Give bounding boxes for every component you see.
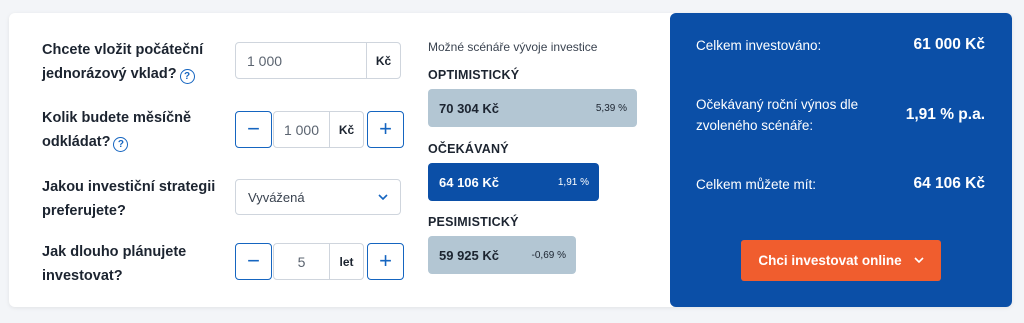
- invest-online-label: Chci investovat online: [758, 253, 902, 268]
- initial-deposit-question: Chcete vložit počáteční jednorázový vkla…: [42, 38, 222, 86]
- invested-label: Celkem investováno:: [696, 38, 822, 53]
- scenario-pessimistic-amount: 59 925 Kč: [439, 247, 499, 263]
- monthly-saving-question-line1: Kolik budete měsíčně: [42, 110, 192, 126]
- duration-question: Jak dlouho plánujete investovat?: [42, 240, 222, 288]
- monthly-saving-field[interactable]: 1 000 Kč: [273, 111, 364, 148]
- plus-icon: +: [379, 116, 392, 141]
- total-value: 64 106 Kč: [913, 175, 985, 192]
- strategy-selected-value: Vyvážená: [248, 189, 305, 205]
- monthly-increase-button[interactable]: +: [367, 111, 404, 148]
- years-value[interactable]: 5: [274, 254, 329, 270]
- scenario-optimistic-label: OPTIMISTICKÝ: [428, 68, 520, 82]
- yield-value: 1,91 % p.a.: [905, 106, 985, 123]
- initial-deposit-unit: Kč: [366, 43, 400, 78]
- plus-icon: +: [379, 248, 392, 273]
- initial-deposit-question-line1: Chcete vložit počáteční: [42, 42, 204, 58]
- scenarios-title: Možné scénáře vývoje investice: [428, 40, 598, 54]
- initial-deposit-value[interactable]: 1 000: [236, 53, 366, 69]
- yield-label-line2: zvoleného scénáře:: [696, 118, 814, 133]
- years-increase-button[interactable]: +: [367, 243, 404, 280]
- scenario-expected-label: OČEKÁVANÝ: [428, 142, 509, 156]
- years-decrease-button[interactable]: −: [235, 243, 272, 280]
- scenario-pessimistic-label: PESIMISTICKÝ: [428, 215, 519, 229]
- duration-question-line2: investovat?: [42, 268, 123, 284]
- monthly-saving-unit: Kč: [329, 112, 363, 147]
- scenario-expected-percent: 1,91 %: [557, 176, 589, 188]
- scenario-optimistic-percent: 5,39 %: [595, 102, 627, 114]
- yield-label-line1: Očekávaný roční výnos dle: [696, 97, 859, 112]
- summary-panel: Celkem investováno: 61 000 Kč Očekávaný …: [670, 13, 1012, 307]
- scenario-expected-amount: 64 106 Kč: [439, 174, 499, 190]
- minus-icon: −: [247, 116, 260, 141]
- strategy-select[interactable]: Vyvážená: [235, 179, 401, 215]
- help-icon[interactable]: ?: [113, 137, 129, 152]
- years-unit: let: [329, 244, 363, 279]
- minus-icon: −: [247, 248, 260, 273]
- monthly-saving-question-line2: odkládat?: [42, 134, 111, 150]
- duration-question-line1: Jak dlouho plánujete: [42, 244, 187, 260]
- invested-value: 61 000 Kč: [913, 36, 985, 53]
- years-field[interactable]: 5 let: [273, 243, 364, 280]
- strategy-question-line2: preferujete?: [42, 203, 126, 219]
- scenario-expected-bar: 64 106 Kč 1,91 %: [428, 163, 599, 201]
- monthly-saving-question: Kolik budete měsíčně odkládat??: [42, 106, 222, 154]
- scenario-optimistic-amount: 70 304 Kč: [439, 100, 499, 116]
- scenario-pessimistic-percent: -0,69 %: [531, 249, 566, 261]
- chevron-down-icon: [378, 192, 388, 203]
- strategy-question: Jakou investiční strategii preferujete?: [42, 175, 222, 223]
- initial-deposit-field[interactable]: 1 000 Kč: [235, 42, 401, 79]
- yield-label: Očekávaný roční výnos dle zvoleného scén…: [696, 94, 858, 136]
- chevron-down-icon: [914, 255, 924, 266]
- scenario-optimistic-bar: 70 304 Kč 5,39 %: [428, 89, 637, 127]
- strategy-question-line1: Jakou investiční strategii: [42, 179, 216, 195]
- monthly-saving-value[interactable]: 1 000: [274, 122, 329, 138]
- scenario-pessimistic-bar: 59 925 Kč -0,69 %: [428, 236, 576, 274]
- total-label: Celkem můžete mít:: [696, 177, 817, 192]
- initial-deposit-question-line2: jednorázový vklad?: [42, 66, 177, 82]
- monthly-decrease-button[interactable]: −: [235, 111, 272, 148]
- help-icon[interactable]: ?: [179, 69, 195, 84]
- invest-online-button[interactable]: Chci investovat online: [741, 240, 941, 281]
